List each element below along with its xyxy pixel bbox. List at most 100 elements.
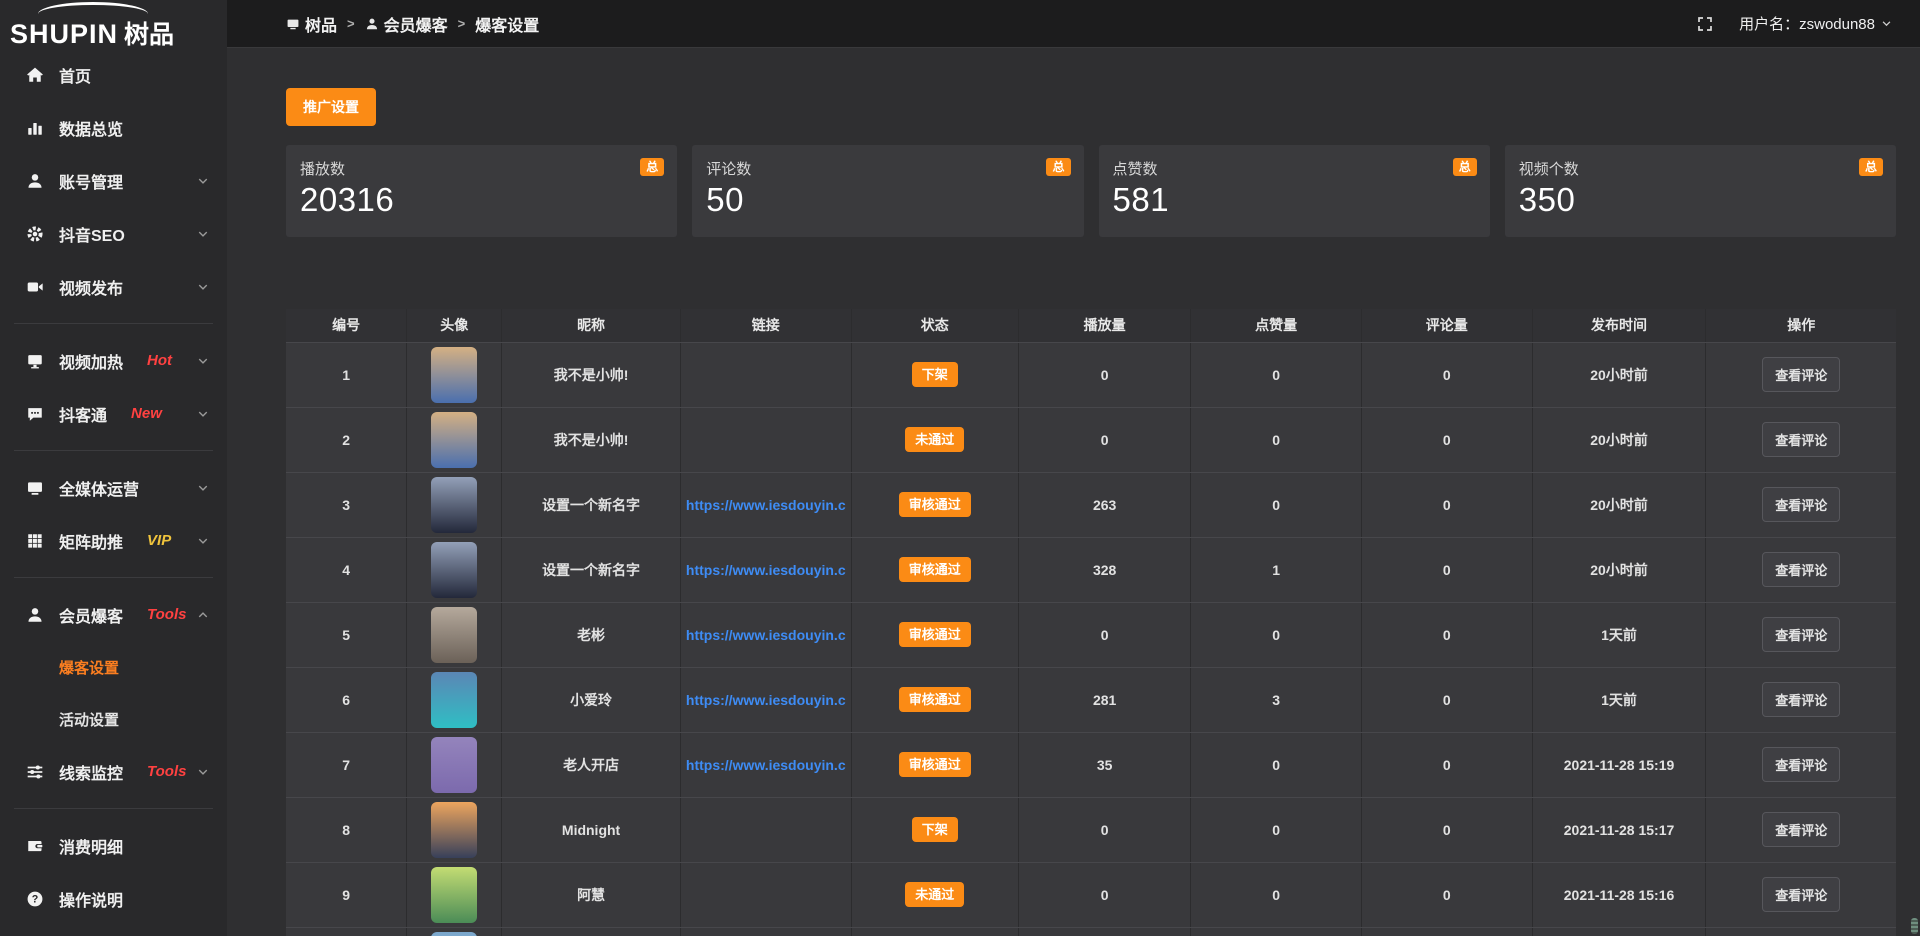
- logo-arc-decoration: [38, 2, 148, 14]
- home-icon: [26, 66, 44, 84]
- cell-publish-time: 1天前: [1532, 667, 1706, 732]
- menu-badge: Tools: [147, 763, 186, 780]
- table-row: 1我不是小帅!下架00020小时前查看评论: [286, 342, 1896, 407]
- chevron-down-icon: [197, 355, 209, 367]
- sidebar-item-operation-guide[interactable]: ?操作说明: [0, 872, 227, 925]
- breadcrumb-item-shupin[interactable]: 树品: [286, 12, 337, 36]
- sidebar-item-consume-detail[interactable]: 消费明细: [0, 819, 227, 872]
- cell-plays: 35: [1019, 732, 1191, 797]
- cell-nickname: 老人开店: [502, 732, 681, 797]
- sidebar-item-data-overview[interactable]: 数据总览: [0, 101, 227, 154]
- sidebar-item-account-management[interactable]: 账号管理: [0, 154, 227, 207]
- cell-status: 下架: [851, 342, 1018, 407]
- sidebar-item-video-heat[interactable]: 视频加热Hot: [0, 334, 227, 387]
- view-comments-button[interactable]: 查看评论: [1762, 877, 1840, 912]
- cell-actions: [1706, 927, 1896, 936]
- cell-nickname: 我不是小帅!: [502, 407, 681, 472]
- view-comments-button[interactable]: 查看评论: [1762, 747, 1840, 782]
- cell-avatar: [407, 342, 502, 407]
- stat-label: 播放数: [300, 158, 663, 179]
- chevron-down-icon: [1881, 18, 1892, 29]
- scrollbar-thumb[interactable]: [1911, 918, 1918, 934]
- menu-badge: Hot: [147, 352, 172, 369]
- cell-likes: 0: [1191, 862, 1362, 927]
- cell-id: 10: [286, 927, 407, 936]
- sidebar-item-matrix-boost[interactable]: 矩阵助推 VIP: [0, 514, 227, 567]
- cell-comments: 0: [1361, 602, 1532, 667]
- table-row: 3设置一个新名字https://www.iesdouyin.c审核通过26300…: [286, 472, 1896, 537]
- avatar: [431, 802, 477, 858]
- promo-settings-button[interactable]: 推广设置: [286, 88, 376, 126]
- app-logo[interactable]: SHUPIN 树品: [0, 0, 227, 48]
- cell-id: 3: [286, 472, 407, 537]
- cell-comments: 0: [1361, 342, 1532, 407]
- cell-link: https://www.iesdouyin.c: [680, 732, 851, 797]
- sidebar-item-home[interactable]: 首页: [0, 48, 227, 101]
- stat-label: 评论数: [706, 158, 1069, 179]
- breadcrumb-item-member-baoke[interactable]: 会员爆客: [365, 12, 448, 36]
- menu-badge: VIP: [147, 532, 171, 549]
- stat-total-badge: 总: [640, 158, 664, 176]
- sidebar-item-douyin-seo[interactable]: 抖音SEO: [0, 207, 227, 260]
- user-menu[interactable]: 用户名：zswodun88: [1739, 13, 1892, 34]
- fullscreen-button[interactable]: [1697, 16, 1713, 32]
- view-comments-button[interactable]: 查看评论: [1762, 487, 1840, 522]
- chevron-down-icon: [197, 535, 209, 547]
- chat-icon: [26, 405, 44, 423]
- view-comments-button[interactable]: 查看评论: [1762, 617, 1840, 652]
- cell-likes: 0: [1191, 342, 1362, 407]
- cell-plays: 263: [1019, 472, 1191, 537]
- cell-avatar: [407, 927, 502, 936]
- cell-link: [680, 862, 851, 927]
- cell-link: https://www.iesdouyin.c: [680, 667, 851, 732]
- column-header: 头像: [407, 309, 502, 342]
- view-comments-button[interactable]: 查看评论: [1762, 552, 1840, 587]
- sidebar-item-member-baoke[interactable]: 会员爆客Tools: [0, 588, 227, 641]
- cell-status: 未通过: [851, 862, 1018, 927]
- avatar: [431, 347, 477, 403]
- sidebar: SHUPIN 树品 首页数据总览账号管理抖音SEO视频发布视频加热Hot抖客通N…: [0, 0, 227, 936]
- sidebar-item-media-operation[interactable]: 全媒体运营: [0, 461, 227, 514]
- view-comments-button[interactable]: 查看评论: [1762, 357, 1840, 392]
- table-header-row: 编号头像昵称链接状态播放量点赞量评论量发布时间操作: [286, 309, 1896, 342]
- cell-status: 审核通过: [851, 537, 1018, 602]
- cell-status: [851, 927, 1018, 936]
- cell-likes: 0: [1191, 472, 1362, 537]
- cell-plays: 328: [1019, 537, 1191, 602]
- sidebar-item-clue-monitor[interactable]: 线索监控Tools: [0, 745, 227, 798]
- sidebar-item-douketong[interactable]: 抖客通New: [0, 387, 227, 440]
- status-badge: 审核通过: [899, 622, 971, 647]
- cell-likes: 1: [1191, 537, 1362, 602]
- screen-icon: [26, 352, 44, 370]
- monitor-icon: [26, 479, 44, 497]
- view-comments-button[interactable]: 查看评论: [1762, 812, 1840, 847]
- stat-total-badge: 总: [1046, 158, 1070, 176]
- cell-likes: 0: [1191, 407, 1362, 472]
- cell-publish-time: 2021-11-28 15:19: [1532, 732, 1706, 797]
- view-comments-button[interactable]: 查看评论: [1762, 682, 1840, 717]
- sidebar-subitem-activity-settings[interactable]: 活动设置: [0, 693, 227, 745]
- cell-comments: [1361, 927, 1532, 936]
- sidebar-item-video-publish[interactable]: 视频发布: [0, 260, 227, 313]
- cell-nickname: 设置一个新名字: [502, 472, 681, 537]
- video-link[interactable]: https://www.iesdouyin.c: [686, 757, 846, 773]
- cell-status: 审核通过: [851, 667, 1018, 732]
- sidebar-item-label: 矩阵助推: [59, 529, 123, 553]
- breadcrumb-item-baoke-settings[interactable]: 爆客设置: [475, 12, 539, 36]
- stat-card-comment-count: 评论数50总: [692, 145, 1083, 237]
- cell-avatar: [407, 537, 502, 602]
- video-link[interactable]: https://www.iesdouyin.c: [686, 562, 846, 578]
- grid-icon: [26, 532, 44, 550]
- sidebar-subitem-baoke-settings[interactable]: 爆客设置: [0, 641, 227, 693]
- cell-avatar: [407, 472, 502, 537]
- cell-likes: 0: [1191, 732, 1362, 797]
- stat-card-play-count: 播放数20316总: [286, 145, 677, 237]
- cell-avatar: [407, 602, 502, 667]
- view-comments-button[interactable]: 查看评论: [1762, 422, 1840, 457]
- cell-comments: 0: [1361, 537, 1532, 602]
- page-content: 推广设置 播放数20316总评论数50总点赞数581总视频个数350总 编号头像…: [227, 48, 1920, 936]
- video-link[interactable]: https://www.iesdouyin.c: [686, 692, 846, 708]
- cell-publish-time: 2021-11-28 15:16: [1532, 862, 1706, 927]
- video-link[interactable]: https://www.iesdouyin.c: [686, 497, 846, 513]
- video-link[interactable]: https://www.iesdouyin.c: [686, 627, 846, 643]
